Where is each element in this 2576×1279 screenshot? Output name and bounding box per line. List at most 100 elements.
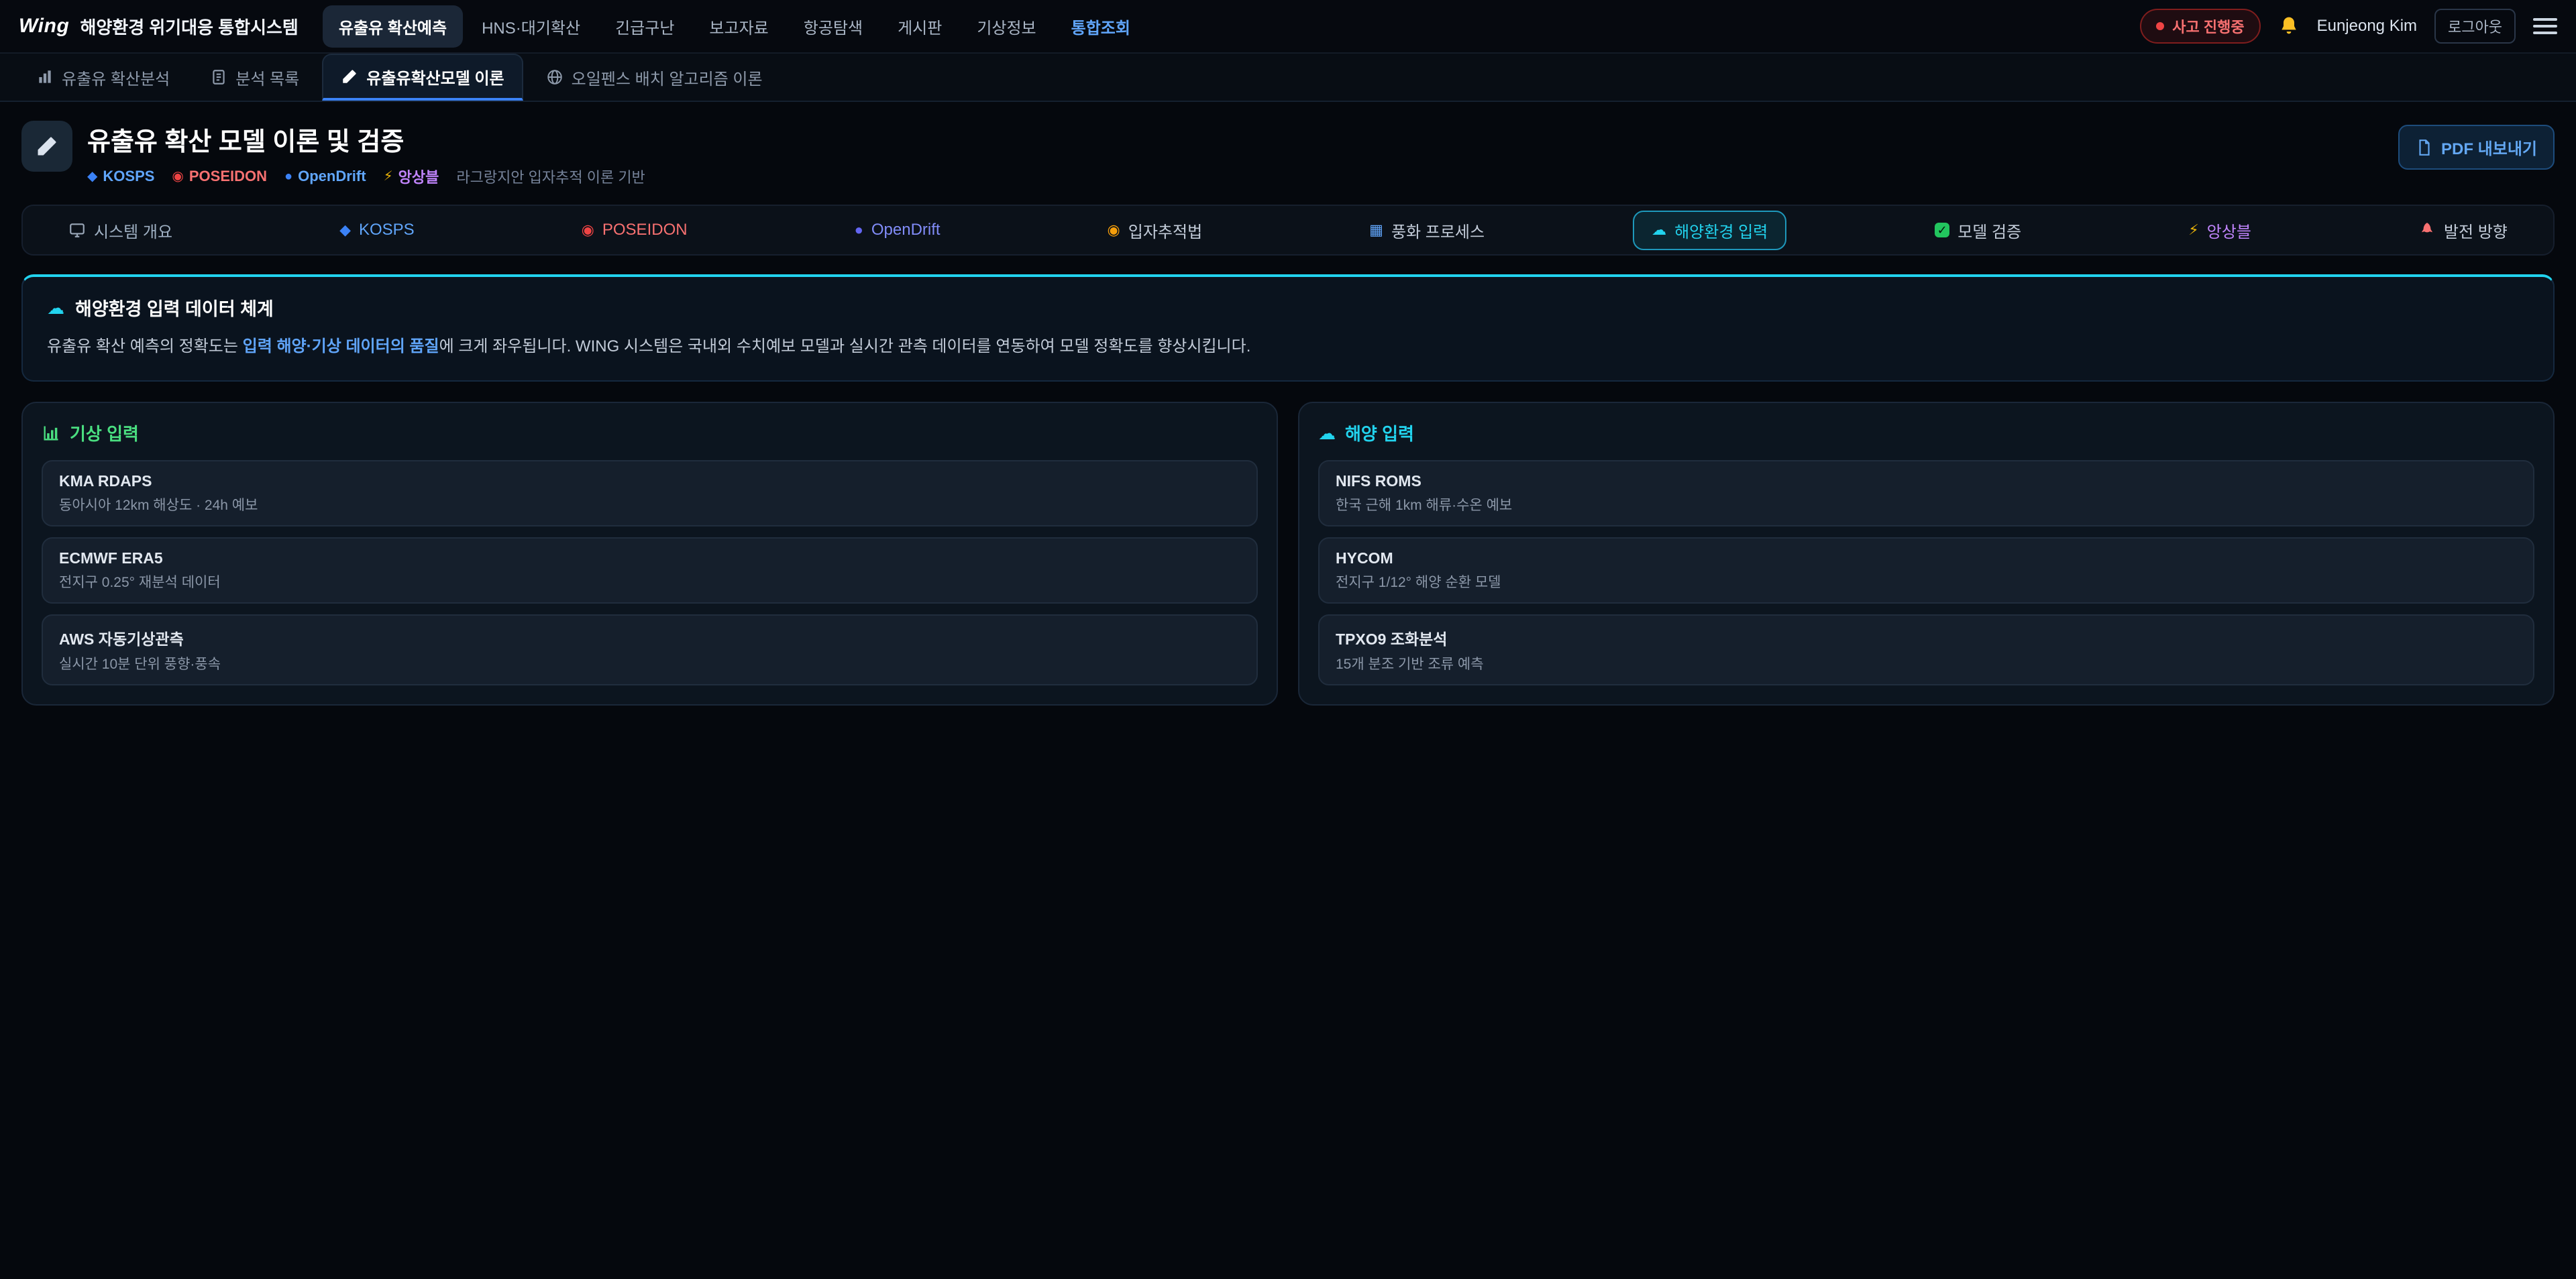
- dataset-desc: 전지구 0.25° 재분석 데이터: [59, 571, 1240, 592]
- top-navigation: 유출유 확산예측 HNS·대기확산 긴급구난 보고자료 항공탐색 게시판 기상정…: [323, 5, 1146, 48]
- ocean-card-title: ☁ 해양 입력: [1318, 421, 2534, 445]
- diamond-icon: ◆: [339, 223, 351, 237]
- page-header: 유출유 확산 모델 이론 및 검증 ◆ KOSPS ◉ POSEIDON ● O: [21, 121, 2555, 187]
- chapter-nav: 시스템 개요 ◆ KOSPS ◉ POSEIDON ● OpenDrift ◉ …: [21, 205, 2555, 256]
- globe-icon: [546, 68, 564, 86]
- dataset-desc: 전지구 1/12° 해양 순환 모델: [1336, 571, 2517, 592]
- page-title: 유출유 확산 모델 이론 및 검증: [87, 121, 645, 158]
- top-bar: Wing 해양환경 위기대응 통합시스템 유출유 확산예측 HNS·대기확산 긴…: [0, 0, 2576, 54]
- nav-item-reports[interactable]: 보고자료: [693, 5, 784, 48]
- cloud-icon: ☁: [1652, 223, 1666, 237]
- user-name: Eunjeong Kim: [2317, 17, 2417, 36]
- chapter-opendrift[interactable]: ● OpenDrift: [836, 213, 959, 247]
- dataset-desc: 한국 근해 1km 해류·수온 예보: [1336, 494, 2517, 514]
- ring-icon: ◉: [582, 223, 594, 237]
- weather-input-card: 기상 입력 KMA RDAPS 동아시아 12km 해상도 · 24h 예보 E…: [21, 402, 1278, 706]
- sub-navigation: 유출유 확산분석 분석 목록 유출유확산모델 이론 오일펜스 배치 알고리즘 이…: [0, 54, 2576, 102]
- dataset-row[interactable]: AWS 자동기상관측 실시간 10분 단위 풍향·풍속: [42, 614, 1258, 685]
- nav-item-board[interactable]: 게시판: [881, 5, 958, 48]
- page-pen-icon: [21, 121, 72, 172]
- dataset-name: TPXO9 조화분석: [1336, 626, 2517, 649]
- brand: Wing 해양환경 위기대응 통합시스템: [19, 14, 299, 39]
- badge-kosps: ◆ KOSPS: [87, 168, 154, 185]
- grid-icon: ▦: [1369, 223, 1383, 237]
- list-icon: [210, 68, 227, 86]
- section-title: ☁ 해양환경 입력 데이터 체계: [47, 294, 2529, 321]
- chapter-future-direction[interactable]: 발전 방향: [2400, 211, 2526, 250]
- bell-icon[interactable]: [2278, 15, 2300, 37]
- weather-card-rows: KMA RDAPS 동아시아 12km 해상도 · 24h 예보 ECMWF E…: [42, 460, 1258, 685]
- chart-icon: [36, 68, 54, 86]
- nav-item-hns-air-dispersion[interactable]: HNS·대기확산: [466, 5, 596, 48]
- ocean-card-rows: NIFS ROMS 한국 근해 1km 해류·수온 예보 HYCOM 전지구 1…: [1318, 460, 2534, 685]
- bolt-icon: ⚡: [384, 170, 393, 183]
- chapter-weathering-process[interactable]: ▦ 풍화 프로세스: [1350, 211, 1503, 250]
- ocean-input-card: ☁ 해양 입력 NIFS ROMS 한국 근해 1km 해류·수온 예보 HYC…: [1298, 402, 2555, 706]
- subtab-label: 유출유 확산분석: [62, 66, 170, 89]
- target-icon: ◉: [1108, 223, 1120, 237]
- subtab-label: 오일펜스 배치 알고리즘 이론: [572, 66, 763, 89]
- top-bar-right: 사고 진행중 Eunjeong Kim 로그아웃: [2140, 9, 2557, 44]
- dataset-desc: 실시간 10분 단위 풍향·풍속: [59, 653, 1240, 673]
- dataset-name: AWS 자동기상관측: [59, 626, 1240, 649]
- dataset-name: KMA RDAPS: [59, 472, 1240, 490]
- chapter-kosps[interactable]: ◆ KOSPS: [321, 213, 433, 247]
- pdf-export-label: PDF 내보내기: [2441, 135, 2537, 159]
- badge-ensemble: ⚡ 앙상블: [384, 166, 439, 187]
- rocket-icon: [2418, 221, 2436, 239]
- badge-poseidon: ◉ POSEIDON: [172, 168, 267, 185]
- subtab-label: 유출유확산모델 이론: [366, 65, 504, 89]
- incident-status-badge[interactable]: 사고 진행중: [2140, 9, 2260, 44]
- dataset-row[interactable]: NIFS ROMS 한국 근해 1km 해류·수온 예보: [1318, 460, 2534, 526]
- chapter-poseidon[interactable]: ◉ POSEIDON: [563, 213, 706, 247]
- incident-status-label: 사고 진행중: [2172, 15, 2244, 37]
- wing-logo: Wing: [19, 15, 69, 38]
- dataset-name: ECMWF ERA5: [59, 549, 1240, 567]
- chapter-particle-tracking[interactable]: ◉ 입자추적법: [1089, 211, 1222, 250]
- circle-icon: ●: [284, 170, 292, 183]
- ocean-env-input-section: ☁ 해양환경 입력 데이터 체계 유출유 확산 예측의 정확도는 입력 해양·기…: [21, 274, 2555, 382]
- main-content: 유출유 확산 모델 이론 및 검증 ◆ KOSPS ◉ POSEIDON ● O: [0, 102, 2576, 706]
- page-subtitle: 라그랑지안 입자추적 이론 기반: [456, 166, 645, 187]
- cloud-icon: ☁: [1318, 425, 1336, 442]
- input-cards: 기상 입력 KMA RDAPS 동아시아 12km 해상도 · 24h 예보 E…: [21, 402, 2555, 706]
- subtab-oil-fence-algorithm[interactable]: 오일펜스 배치 알고리즘 이론: [529, 54, 780, 101]
- dataset-name: HYCOM: [1336, 549, 2517, 567]
- dataset-desc: 15개 분조 기반 조류 예측: [1336, 653, 2517, 673]
- section-body: 유출유 확산 예측의 정확도는 입력 해양·기상 데이터의 품질에 크게 좌우됩…: [47, 334, 2529, 359]
- monitor-icon: [68, 221, 86, 239]
- weather-card-title: 기상 입력: [42, 421, 1258, 445]
- logout-button[interactable]: 로그아웃: [2434, 9, 2516, 44]
- chapter-model-validation[interactable]: ✓ 모델 검증: [1916, 211, 2040, 250]
- nav-item-weather-info[interactable]: 기상정보: [961, 5, 1052, 48]
- subtab-analysis-list[interactable]: 분석 목록: [193, 54, 317, 101]
- nav-item-aerial-search[interactable]: 항공탐색: [788, 5, 879, 48]
- subtab-model-theory[interactable]: 유출유확산모델 이론: [322, 54, 523, 101]
- chapter-system-overview[interactable]: 시스템 개요: [50, 211, 191, 250]
- circle-icon: ●: [855, 223, 863, 237]
- highlight-text: 입력 해양·기상 데이터의 품질: [243, 337, 439, 355]
- chapter-ocean-env-input[interactable]: ☁ 해양환경 입력: [1633, 211, 1786, 250]
- pdf-export-button[interactable]: PDF 내보내기: [2398, 125, 2555, 170]
- bolt-icon: ⚡: [2188, 223, 2198, 237]
- nav-item-integrated-search[interactable]: 통합조회: [1055, 5, 1146, 48]
- app-root: Wing 해양환경 위기대응 통합시스템 유출유 확산예측 HNS·대기확산 긴…: [0, 0, 2576, 1278]
- ring-icon: ◉: [172, 170, 183, 183]
- hamburger-menu-icon[interactable]: [2533, 18, 2557, 34]
- nav-item-emergency-rescue[interactable]: 긴급구난: [599, 5, 690, 48]
- chapter-ensemble[interactable]: ⚡ 앙상블: [2169, 211, 2270, 250]
- dataset-row[interactable]: ECMWF ERA5 전지구 0.25° 재분석 데이터: [42, 537, 1258, 604]
- model-badge-row: ◆ KOSPS ◉ POSEIDON ● OpenDrift ⚡: [87, 166, 645, 187]
- badge-opendrift: ● OpenDrift: [284, 168, 366, 185]
- nav-item-oil-spill-forecast[interactable]: 유출유 확산예측: [323, 5, 463, 48]
- document-icon: [2416, 139, 2433, 156]
- dataset-row[interactable]: TPXO9 조화분석 15개 분조 기반 조류 예측: [1318, 614, 2534, 685]
- diamond-icon: ◆: [87, 170, 97, 183]
- pen-icon: [341, 68, 358, 85]
- bar-chart-icon: [42, 424, 60, 443]
- dataset-row[interactable]: HYCOM 전지구 1/12° 해양 순환 모델: [1318, 537, 2534, 604]
- dataset-name: NIFS ROMS: [1336, 472, 2517, 490]
- dataset-row[interactable]: KMA RDAPS 동아시아 12km 해상도 · 24h 예보: [42, 460, 1258, 526]
- subtab-spill-analysis[interactable]: 유출유 확산분석: [19, 54, 187, 101]
- dataset-desc: 동아시아 12km 해상도 · 24h 예보: [59, 494, 1240, 514]
